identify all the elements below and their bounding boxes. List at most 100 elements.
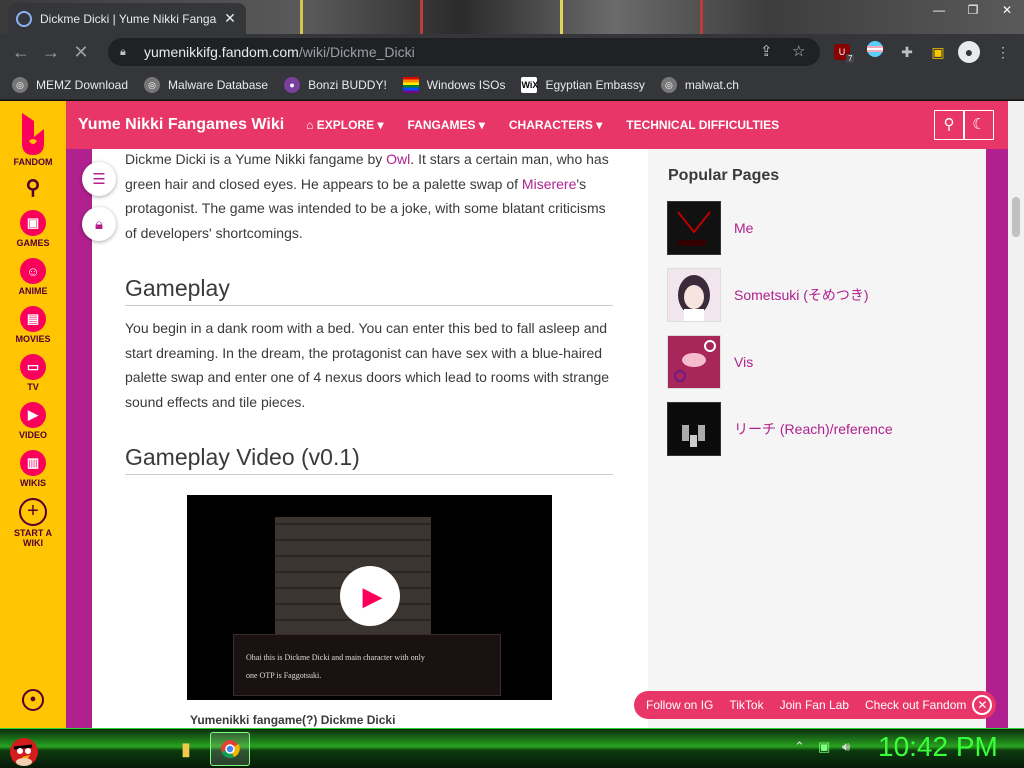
loading-spinner-icon	[16, 10, 32, 27]
join-fan-lab-link[interactable]: Join Fan Lab	[780, 698, 849, 712]
wiki-search-button[interactable]: ⚲	[934, 110, 964, 140]
close-window-icon[interactable]: ✕	[990, 0, 1024, 22]
browser-toolbar: ← → ✕ 🔒︎ yumenikkifg.fandom.com/wiki/Dic…	[0, 34, 1024, 70]
popular-page-link[interactable]: Sometsuki (そめつき)	[734, 285, 869, 305]
popular-page-link[interactable]: Vis	[734, 354, 753, 370]
fandom-logo[interactable]: FANDOM	[14, 111, 53, 167]
gameplay-video-player[interactable]: Ohai this is Dickme Dicki and main chara…	[187, 495, 552, 700]
global-nav-games[interactable]: ▣ GAMES	[16, 210, 50, 248]
popular-page-item[interactable]: Sometsuki (そめつき)	[667, 268, 869, 322]
global-nav-movies[interactable]: ▤ MOVIES	[15, 306, 51, 344]
nav-label: EXPLORE	[316, 118, 375, 132]
anime-face-icon: ☺	[20, 258, 46, 284]
follow-ig-link[interactable]: Follow on IG	[646, 698, 713, 712]
nav-label: TV	[27, 382, 39, 392]
bookmark-bonzi-buddy[interactable]: ● Bonzi BUDDY!	[284, 73, 387, 97]
page-scrollbar[interactable]	[1008, 101, 1024, 728]
thumbnail-image	[667, 201, 721, 255]
close-tab-icon[interactable]: ✕	[222, 10, 238, 27]
file-explorer-taskbar-button[interactable]: ▮	[166, 732, 206, 766]
global-nav-anime[interactable]: ☺ ANIME	[19, 258, 48, 296]
right-rail: Popular Pages Me Sometsuki (そめつき) Vis リー…	[648, 149, 986, 728]
popular-page-item[interactable]: Vis	[667, 335, 753, 389]
scrollbar-thumb[interactable]	[1012, 197, 1020, 237]
wiki-title[interactable]: Yume Nikki Fangames Wiki	[78, 116, 284, 134]
bookmark-malwatch[interactable]: ◎ malwat.ch	[660, 73, 739, 97]
user-account[interactable]: ●	[22, 689, 44, 711]
volume-icon[interactable]: 🔊︎	[842, 739, 850, 755]
chevron-down-icon: ▾	[478, 118, 485, 132]
start-button[interactable]	[2, 730, 54, 768]
nav-label: FANGAMES	[407, 118, 476, 132]
web-page: FANDOM ⚲ ▣ GAMES ☺ ANIME ▤ MOVIES ▭ TV ▶ VIDE…	[0, 101, 1024, 728]
popular-page-link[interactable]: リーチ (Reach)/reference	[734, 419, 893, 439]
trans-flag-extension-icon[interactable]	[864, 41, 886, 63]
lock-icon: 🔒︎	[120, 46, 126, 58]
window-controls: — ❐ ✕	[922, 0, 1024, 22]
nav-technical-difficulties[interactable]: TECHNICAL DIFFICULTIES	[626, 118, 779, 132]
stop-icon[interactable]: ✕	[66, 42, 96, 63]
nav-label: TECHNICAL DIFFICULTIES	[626, 118, 780, 132]
link-owl[interactable]: Owl	[386, 151, 410, 167]
chevron-down-icon: ▾	[377, 118, 384, 132]
article-content: Dickme Dicki is a Yume Nikki fangame by …	[92, 149, 648, 728]
show-hidden-icons[interactable]: ⌃	[794, 739, 805, 755]
wiki-header: Yume Nikki Fangames Wiki ⌂ EXPLORE ▾ FAN…	[66, 101, 1008, 149]
global-nav-video[interactable]: ▶ VIDEO	[19, 402, 47, 440]
menu-kebab-icon[interactable]: ⋮	[992, 41, 1014, 63]
wallpaper-streak	[560, 0, 563, 34]
gameplay-paragraph: You begin in a dank room with a bed. You…	[125, 320, 610, 410]
global-search[interactable]: ⚲	[26, 175, 41, 200]
check-out-fandom-link[interactable]: Check out Fandom	[865, 698, 966, 712]
share-icon[interactable]: ⇪	[760, 42, 773, 60]
maximize-icon[interactable]: ❐	[956, 0, 990, 22]
angry-bird-start-icon	[10, 738, 38, 766]
table-of-contents-button[interactable]: ☰	[82, 162, 116, 196]
global-nav-tv[interactable]: ▭ TV	[20, 354, 46, 392]
bookmark-egyptian-embassy[interactable]: WiX Egyptian Embassy	[521, 73, 645, 97]
chrome-taskbar-button[interactable]	[210, 732, 250, 766]
side-panel-icon[interactable]: ▣	[927, 41, 949, 63]
browser-tab[interactable]: Dickme Dicki | Yume Nikki Fanga ✕	[8, 3, 246, 34]
popular-page-item[interactable]: リーチ (Reach)/reference	[667, 402, 893, 456]
list-icon: ☰	[92, 171, 106, 188]
tiktok-link[interactable]: TikTok	[729, 698, 763, 712]
nav-characters[interactable]: CHARACTERS ▾	[509, 118, 602, 132]
lock-button[interactable]: 🔒︎	[82, 207, 116, 241]
bookmark-windows-isos[interactable]: Windows ISOs	[402, 73, 505, 97]
wallpaper-streak	[300, 0, 303, 34]
minimize-icon[interactable]: —	[922, 0, 956, 22]
taskbar-clock[interactable]: 10:42 PM	[878, 731, 998, 763]
profile-avatar-icon[interactable]: ●	[958, 41, 980, 63]
close-icon[interactable]: ✕	[972, 695, 993, 715]
globe-icon: ◎	[660, 76, 677, 93]
network-icon[interactable]: ▣	[818, 739, 830, 755]
lock-icon: 🔒︎	[95, 215, 103, 233]
video-play-icon: ▶	[19, 402, 46, 428]
explore-icon: ⌂	[306, 118, 317, 132]
nav-explore[interactable]: ⌂ EXPLORE ▾	[306, 118, 383, 132]
link-miserere[interactable]: Miserere	[522, 176, 576, 192]
nav-label: WIKIS	[20, 478, 46, 488]
forward-icon[interactable]: →	[36, 42, 66, 63]
global-nav-wikis[interactable]: ▥ WIKIS	[20, 450, 46, 488]
play-button[interactable]: ▶	[340, 566, 400, 626]
bookmark-malware-database[interactable]: ◎ Malware Database	[144, 73, 268, 97]
bookmark-memz[interactable]: ◎ MEMZ Download	[12, 73, 128, 97]
star-icon[interactable]: ☆	[792, 42, 805, 60]
gameplay-heading: Gameplay	[125, 275, 613, 306]
popular-page-item[interactable]: Me	[667, 201, 753, 255]
address-bar[interactable]: 🔒︎ yumenikkifg.fandom.com/wiki/Dickme_Di…	[108, 38, 820, 66]
thumbnail-image	[667, 268, 721, 322]
global-nav-start-wiki[interactable]: + START A WIKI	[8, 498, 58, 548]
nav-label: VIDEO	[18, 430, 47, 440]
nav-label: MOVIES	[15, 334, 51, 344]
dark-mode-toggle[interactable]: ☾	[964, 110, 994, 140]
popular-pages-title: Popular Pages	[668, 167, 780, 184]
nav-label: GAMES	[16, 238, 50, 248]
popular-page-link[interactable]: Me	[734, 220, 753, 236]
extensions-puzzle-icon[interactable]: ✚	[896, 41, 918, 63]
back-icon[interactable]: ←	[6, 42, 36, 63]
chrome-icon	[221, 740, 240, 758]
nav-fangames[interactable]: FANGAMES ▾	[407, 118, 484, 132]
